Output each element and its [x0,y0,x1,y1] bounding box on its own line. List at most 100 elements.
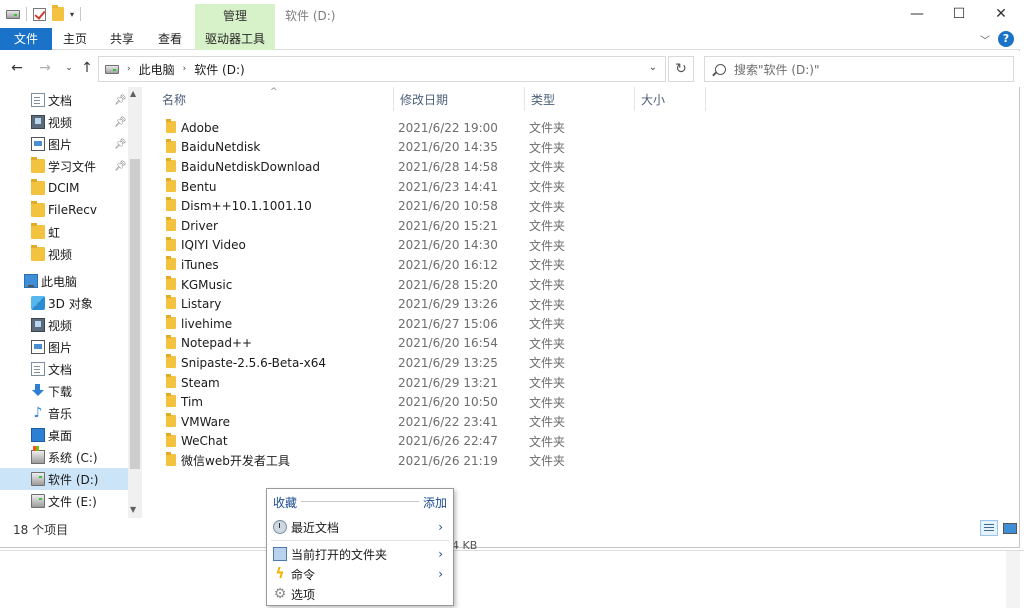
file-date: 2021/6/20 15:21 [398,218,498,233]
gear-icon: ⚙ [273,586,287,602]
address-dropdown-icon[interactable]: ⌄ [649,62,657,73]
properties-icon[interactable] [33,7,46,21]
nav-item-video-folder[interactable]: 视频 [0,243,128,265]
customize-toolbar-icon[interactable]: ▾ [70,10,74,19]
table-row[interactable]: VMWare 2021/6/22 23:41 文件夹 [148,412,708,432]
chevron-right-icon[interactable]: › [183,64,187,74]
nav-item-pc-videos[interactable]: 视频 [0,314,128,336]
file-date: 2021/6/26 22:47 [398,434,498,449]
table-row[interactable]: livehime 2021/6/27 15:06 文件夹 [148,314,708,334]
tab-file[interactable]: 文件 [0,28,52,50]
file-date: 2021/6/20 14:35 [398,140,498,155]
tab-view[interactable]: 查看 [146,28,194,50]
nav-item-filerecv[interactable]: FileRecv [0,199,128,221]
table-row[interactable]: Tim 2021/6/20 10:50 文件夹 [148,392,708,412]
table-row[interactable]: Notepad++ 2021/6/20 16:54 文件夹 [148,334,708,354]
popup-divider [301,501,419,502]
table-row[interactable]: WeChat 2021/6/26 22:47 文件夹 [148,432,708,452]
nav-item-documents[interactable]: 文档 📌︎ [0,89,128,111]
table-row[interactable]: Steam 2021/6/29 13:21 文件夹 [148,373,708,393]
nav-item-study-files[interactable]: 学习文件 📌︎ [0,155,128,177]
menu-item-commands[interactable]: ϟ 命令 › [267,564,453,584]
nav-item-pc-documents[interactable]: 文档 [0,358,128,380]
folder-icon [166,452,176,467]
file-date: 2021/6/29 13:25 [398,355,498,370]
file-date: 2021/6/26 21:19 [398,453,498,468]
nav-scrollbar[interactable]: ▲ ▼ [128,87,142,518]
large-icons-view-button[interactable] [1000,520,1018,536]
recent-locations-button[interactable]: ⌄ [60,59,78,77]
nav-item-dcim[interactable]: DCIM [0,177,128,199]
maximize-icon: ☐ [952,6,966,22]
table-row[interactable]: Listary 2021/6/29 13:26 文件夹 [148,294,708,314]
expand-ribbon-icon[interactable]: ﹀ [980,32,990,47]
close-icon: ✕ [995,6,1007,22]
breadcrumb-drive-d[interactable]: 软件 (D:) [194,61,244,78]
address-bar[interactable]: › 此电脑 › 软件 (D:) ⌄ [98,56,666,82]
file-type: 文件夹 [529,454,566,469]
breadcrumb-this-pc[interactable]: 此电脑 [139,61,175,78]
scroll-down-icon[interactable]: ▼ [130,505,136,514]
chevron-right-icon: › [438,520,443,534]
nav-item-desktop[interactable]: 桌面 [0,424,128,446]
file-date: 2021/6/29 13:26 [398,297,498,312]
column-header-type[interactable]: 类型 [525,87,635,111]
new-folder-icon[interactable] [52,5,64,21]
tab-home[interactable]: 主页 [52,28,98,50]
table-row[interactable]: BaiduNetdisk 2021/6/20 14:35 文件夹 [148,138,708,158]
menu-item-recent-documents[interactable]: 最近文档 › [267,517,453,537]
up-button[interactable]: ↑ [78,59,96,77]
table-row[interactable]: iTunes 2021/6/20 16:12 文件夹 [148,255,708,275]
nav-item-pictures[interactable]: 图片 📌︎ [0,133,128,155]
table-row[interactable]: 微信web开发者工具 2021/6/26 21:19 文件夹 [148,451,708,471]
file-name: Adobe [181,120,219,135]
scroll-up-icon[interactable]: ▲ [130,89,136,98]
back-button[interactable]: ← [8,59,26,77]
forward-button[interactable]: → [36,59,54,77]
column-header-date[interactable]: 修改日期 [394,87,525,111]
nav-item-3d-objects[interactable]: 3D 对象 [0,292,128,314]
nav-item-drive-e[interactable]: 文件 (E:) [0,490,128,512]
status-bar: 18 个项目 [0,518,1020,540]
help-icon[interactable]: ? [998,31,1014,47]
details-view-button[interactable] [980,520,998,536]
scroll-thumb[interactable] [130,159,140,469]
table-row[interactable]: IQIYI Video 2021/6/20 14:30 文件夹 [148,236,708,256]
table-row[interactable]: Dism++10.1.1001.10 2021/6/20 10:58 文件夹 [148,196,708,216]
tab-drive-tools[interactable]: 驱动器工具 [195,28,275,50]
add-favorite-link[interactable]: 添加 [423,494,447,511]
nav-item-downloads[interactable]: 下载 [0,380,128,402]
menu-item-options[interactable]: ⚙ 选项 [267,584,453,604]
nav-item-pc-pictures[interactable]: 图片 [0,336,128,358]
nav-item-music[interactable]: ♪ 音乐 [0,402,128,424]
folder-icon [166,393,176,408]
maximize-button[interactable]: ☐ [936,0,982,28]
table-row[interactable]: Driver 2021/6/20 15:21 文件夹 [148,216,708,236]
ribbon-tabs: 文件 主页 共享 查看 驱动器工具 ﹀ ? [0,28,1020,50]
column-header-size[interactable]: 大小 [635,87,706,111]
ribbon-controls: ﹀ ? [980,31,1014,47]
refresh-button[interactable]: ↻ [668,56,694,82]
table-row[interactable]: Bentu 2021/6/23 14:41 文件夹 [148,177,708,197]
menu-item-open-folders[interactable]: 当前打开的文件夹 › [267,544,453,564]
nav-item-videos[interactable]: 视频 📌︎ [0,111,128,133]
close-button[interactable]: ✕ [978,0,1024,28]
nav-item-drive-c[interactable]: 系统 (C:) [0,446,128,468]
nav-item-hong[interactable]: 虹 [0,221,128,243]
background-window: 4 KB [0,539,1024,608]
nav-item-label: 系统 (C:) [48,450,98,465]
minimize-button[interactable]: — [894,0,940,28]
explorer-window: ▾ 管理 软件 (D:) — ☐ ✕ 文件 主页 共享 查看 驱动器工具 ﹀ ?… [0,0,1020,548]
search-input[interactable]: 搜索"软件 (D:)" [704,56,1014,82]
table-row[interactable]: Adobe 2021/6/22 19:00 文件夹 [148,118,708,138]
nav-item-this-pc[interactable]: 此电脑 [0,270,128,292]
table-row[interactable]: Snipaste-2.5.6-Beta-x64 2021/6/29 13:25 文件… [148,353,708,373]
chevron-right-icon[interactable]: › [127,64,131,74]
tab-share[interactable]: 共享 [98,28,146,50]
nav-item-drive-d[interactable]: 软件 (D:) [0,468,128,490]
column-header-name[interactable]: 名称 [156,87,394,111]
table-row[interactable]: BaiduNetdiskDownload 2021/6/28 14:58 文件夹 [148,157,708,177]
nav-item-label: 3D 对象 [48,296,93,311]
file-type: 文件夹 [529,395,566,410]
table-row[interactable]: KGMusic 2021/6/28 15:20 文件夹 [148,275,708,295]
